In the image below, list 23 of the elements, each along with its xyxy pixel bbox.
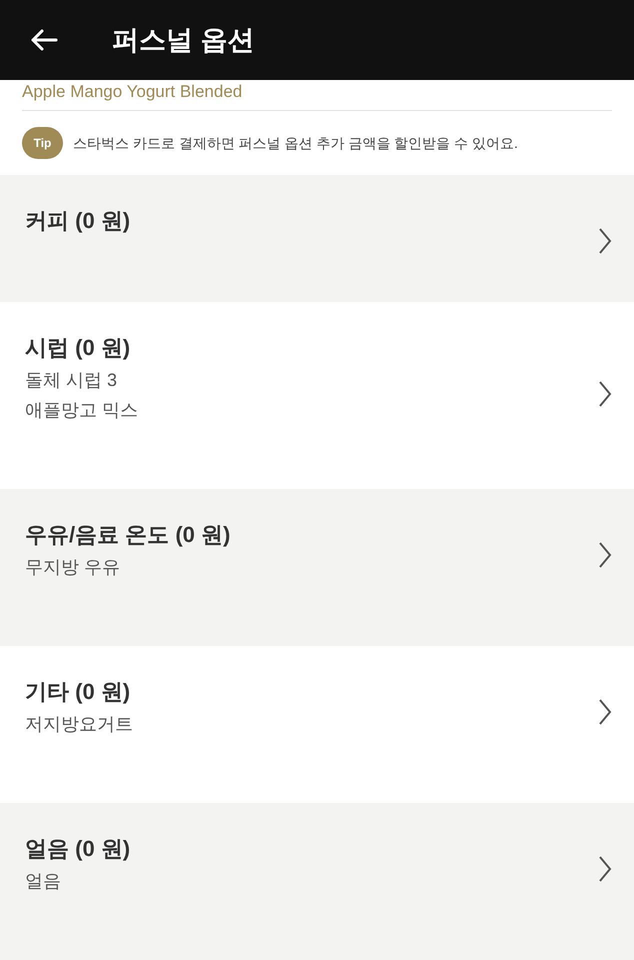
option-title: 얼음 (0 원) — [25, 835, 130, 863]
option-row[interactable]: 얼음 (0 원) 얼음 — [0, 803, 634, 960]
option-detail: 얼음 — [25, 870, 62, 893]
option-title: 우유/음료 온도 (0 원) — [25, 521, 230, 549]
back-arrow-icon — [30, 28, 58, 52]
chevron-right-icon — [598, 541, 612, 569]
option-title: 기타 (0 원) — [25, 678, 132, 706]
option-row[interactable]: 우유/음료 온도 (0 원) 무지방 우유 — [0, 489, 634, 646]
chevron-right-icon — [598, 380, 612, 408]
chevron-right-icon — [598, 698, 612, 726]
option-detail: 무지방 우유 — [25, 556, 122, 579]
chevron-right-icon — [598, 855, 612, 883]
tip-badge: Tip — [22, 127, 63, 159]
option-row[interactable]: 커피 (0 원) — [0, 175, 634, 302]
option-detail: 애플망고 믹스 — [25, 399, 138, 422]
option-detail: 돌체 시럽 3 — [25, 369, 118, 392]
product-name: Apple Mango Yogurt Blended — [22, 82, 244, 102]
option-detail: 저지방요거트 — [25, 713, 133, 736]
tip-text: 스타벅스 카드로 결제하면 퍼스널 옵션 추가 금액을 할인받을 수 있어요. — [73, 134, 518, 152]
chevron-right-icon — [598, 227, 612, 255]
option-title: 시럽 (0 원) — [25, 334, 132, 362]
option-title: 커피 (0 원) — [25, 207, 130, 235]
page-title: 퍼스널 옵션 — [112, 24, 255, 57]
